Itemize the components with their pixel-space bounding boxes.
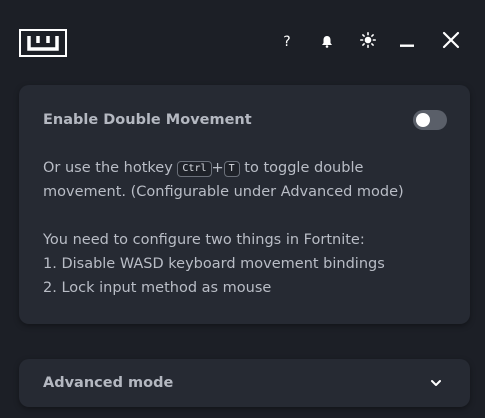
chevron-down-icon[interactable] (427, 374, 445, 392)
notifications-button[interactable] (315, 30, 339, 54)
help-button[interactable]: ? (275, 30, 299, 54)
theme-toggle-button[interactable] (356, 30, 380, 54)
hotkey-line: Or use the hotkey Ctrl + T to toggle doubl… (43, 156, 453, 180)
bell-icon (321, 33, 333, 52)
close-icon (442, 31, 460, 53)
double-movement-toggle[interactable] (413, 110, 447, 130)
minimize-icon (400, 33, 414, 52)
hotkey-prefix: Or use the hotkey (43, 160, 173, 176)
hotkey-suffix: to toggle double (244, 160, 364, 176)
w-logo-icon (19, 29, 67, 57)
plus-sign: + (211, 160, 224, 176)
double-movement-title: Enable Double Movement (43, 112, 252, 128)
double-movement-card: Enable Double Movement Or use the hotkey… (19, 85, 470, 324)
config-step-2: 2. Lock input method as mouse (43, 280, 272, 296)
close-button[interactable] (439, 30, 463, 54)
minimize-button[interactable] (395, 30, 419, 54)
config-intro: You need to configure two things in Fort… (43, 232, 365, 248)
hotkey-description: Or use the hotkey Ctrl + T to toggle doubl… (43, 156, 453, 204)
sun-icon (360, 32, 376, 52)
title-bar: ? (0, 0, 485, 85)
help-icon: ? (283, 34, 291, 50)
toggle-knob (416, 113, 430, 127)
hotkey-line-2: movement. (Configurable under Advanced m… (43, 184, 404, 200)
advanced-mode-title: Advanced mode (43, 375, 174, 391)
fortnite-config-instructions: You need to configure two things in Fort… (43, 228, 453, 300)
config-step-1: 1. Disable WASD keyboard movement bindin… (43, 256, 385, 272)
advanced-mode-card[interactable]: Advanced mode (19, 359, 470, 407)
t-key: T (223, 161, 240, 177)
ctrl-key: Ctrl (177, 161, 212, 177)
